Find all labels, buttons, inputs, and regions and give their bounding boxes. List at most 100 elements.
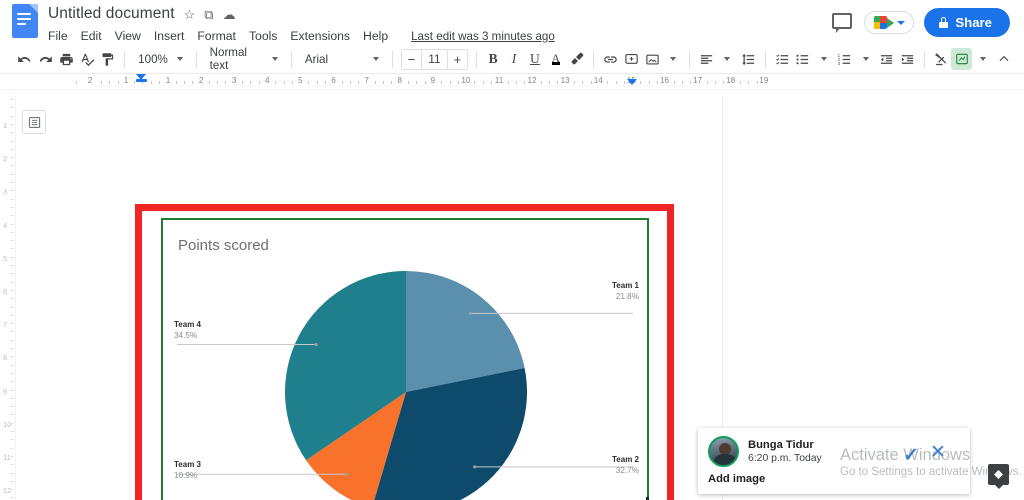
insert-image-icon[interactable] [642,48,663,70]
ruler-tick [10,215,14,217]
font-selector[interactable]: Arial [298,48,386,70]
paragraph-style-selector[interactable]: Normal text [203,46,285,72]
font-size-stepper[interactable]: − 11 + [400,48,468,70]
ruler-tick [10,123,14,125]
bold-button[interactable]: B [483,48,504,70]
numbered-list-icon[interactable]: 123 [834,48,855,70]
comment-history-icon[interactable] [832,12,854,33]
document-title[interactable]: Untitled document [48,5,175,23]
ruler-tick [540,81,542,84]
google-docs-window: Untitled document ☆ ⧉ ☁ File Edit View I… [0,0,1024,500]
zoom-selector[interactable]: 100% [131,48,190,70]
close-icon[interactable]: ✕ [930,441,946,464]
ruler-number: 14 [593,76,603,85]
ruler-number: 8 [3,353,8,363]
vertical-ruler[interactable]: 1 2 3 4 5 6 7 8 9 10 11 12 [0,95,16,500]
ruler-tick [250,81,252,84]
formatting-toolbar: 100% Normal text Arial − 11 + B I U A 1 … [0,45,1024,74]
ruler-tick [408,81,409,84]
text-color-button[interactable]: A [545,48,566,70]
feedback-diamond-icon[interactable] [988,464,1009,489]
accept-check-icon[interactable]: ✓ [903,444,919,467]
ruler-tick [10,148,14,150]
insert-image-caret[interactable] [662,48,683,70]
chevron-down-icon [272,57,279,61]
ruler-tick [574,81,575,84]
share-button[interactable]: Share [924,8,1010,37]
menu-tools[interactable]: Tools [249,29,277,43]
editing-mode-icon[interactable] [951,48,973,70]
undo-icon[interactable] [14,48,35,70]
collapse-toolbar-icon[interactable] [993,48,1014,70]
pie-label-team-3: Team 3 10.9% [174,460,201,481]
ruler-tick [10,348,14,349]
clear-formatting-icon[interactable] [931,48,952,70]
move-to-folder-icon[interactable]: ⧉ [204,8,213,21]
menu-view[interactable]: View [115,29,141,43]
ruler-tick [673,81,675,84]
ruler-tick [10,414,14,416]
ruler-number: 7 [3,320,8,330]
ruler-tick [10,489,14,491]
menu-edit[interactable]: Edit [81,29,102,43]
ruler-tick [10,231,14,233]
google-meet-icon [872,15,895,30]
lock-icon [939,17,949,28]
chart-object[interactable]: Points scored Team 1 21.8% Team 2 32.7% … [161,218,649,500]
add-image-button[interactable]: Add image [708,473,960,485]
bulleted-list-icon[interactable] [792,48,813,70]
menu-format[interactable]: Format [197,29,236,43]
checklist-icon[interactable] [772,48,793,70]
ruler-number: 1 [123,76,129,85]
numbered-list-caret[interactable] [855,48,876,70]
underline-button[interactable]: U [524,48,545,70]
link-icon[interactable] [600,48,621,70]
ruler-tick [756,81,758,84]
redo-icon[interactable] [35,48,56,70]
ruler-tick [10,265,14,266]
highlight-pen-icon[interactable] [566,48,587,70]
ruler-tick [258,81,260,84]
line-spacing-icon[interactable] [738,48,759,70]
google-docs-logo[interactable] [12,4,42,42]
leader-dot [468,311,472,315]
paint-format-icon[interactable] [98,48,119,70]
menu-insert[interactable]: Insert [154,29,184,43]
menu-help[interactable]: Help [363,29,388,43]
menu-extensions[interactable]: Extensions [290,29,350,43]
decrease-indent-icon[interactable] [876,48,897,70]
star-icon[interactable]: ☆ [184,8,196,21]
align-icon[interactable] [696,48,717,70]
ruler-tick [183,81,185,84]
ruler-number: 18 [726,76,736,85]
meet-button[interactable] [864,11,915,34]
ruler-tick [524,81,526,84]
document-outline-icon[interactable] [22,110,46,134]
ruler-tick [134,81,136,84]
ruler-tick [275,81,277,84]
font-size-input[interactable]: 11 [420,49,448,69]
ruler-tick [681,81,683,84]
print-icon[interactable] [56,48,77,70]
editing-mode-caret[interactable] [972,48,993,70]
increase-font-size-button[interactable]: + [448,50,467,69]
title-and-menu-block: Untitled document ☆ ⧉ ☁ File Edit View I… [48,0,832,46]
pie-label-team-3-value: 10.9% [174,470,198,480]
add-comment-icon[interactable] [621,48,642,70]
last-edit-status[interactable]: Last edit was 3 minutes ago [411,30,555,43]
cloud-saved-icon[interactable]: ☁ [223,8,236,21]
italic-button[interactable]: I [504,48,525,70]
ruler-number: 19 [759,76,769,85]
menu-file[interactable]: File [48,29,68,43]
decrease-font-size-button[interactable]: − [402,50,421,69]
increase-indent-icon[interactable] [897,48,918,70]
align-caret[interactable] [717,48,738,70]
ruler-tick [383,81,385,84]
spellcheck-icon[interactable] [77,48,98,70]
bulleted-list-caret[interactable] [813,48,834,70]
ruler-tick [10,323,14,325]
svg-text:3: 3 [838,61,841,66]
left-indent-marker[interactable] [136,74,147,85]
horizontal-ruler[interactable]: 2 1 1 2 3 4 5 6 7 8 9 10 11 12 13 14 15 16 17 18 19 [0,74,1024,90]
right-indent-marker[interactable] [627,79,637,85]
